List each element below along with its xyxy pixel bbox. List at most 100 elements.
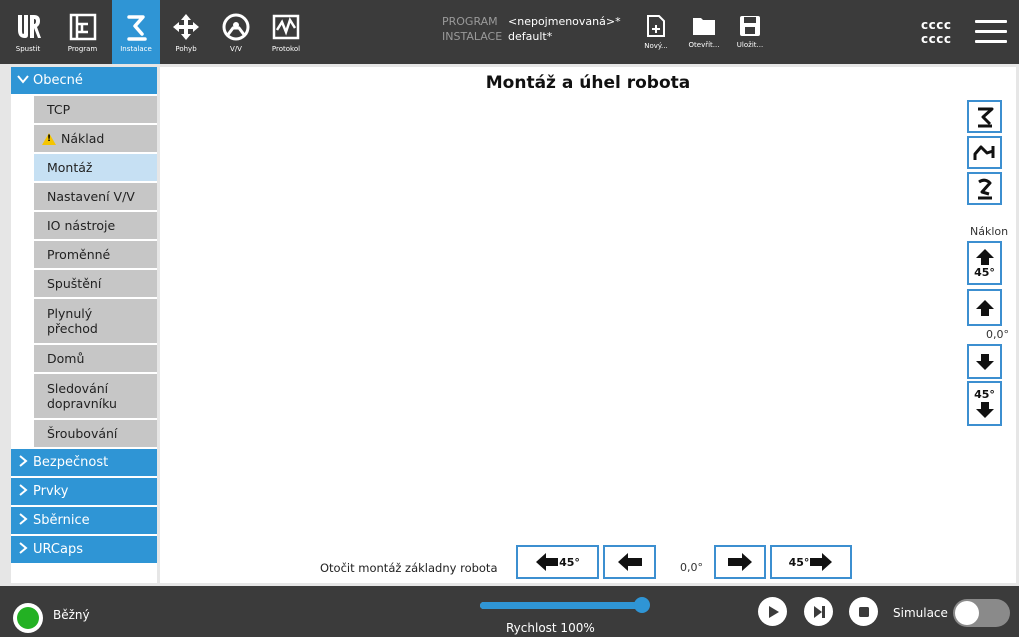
rotate-left-button[interactable]	[603, 545, 656, 579]
sidebar-item-io-setup[interactable]: Nastavení V/V	[34, 183, 157, 210]
robot-top-view-icon	[977, 107, 993, 127]
arrow-down-icon	[975, 353, 994, 370]
program-icon	[69, 13, 96, 40]
play-icon	[768, 605, 779, 618]
tilt-value: 0,0°	[986, 328, 1009, 341]
sidebar-item-tool-io[interactable]: IO nástroje	[34, 212, 157, 239]
rotate-step-label: 45°	[559, 555, 580, 569]
new-button[interactable]: Nový...	[632, 0, 680, 64]
sidebar-item-label: Sledování dopravníku	[47, 381, 117, 411]
open-button[interactable]: Otevřít...	[680, 0, 728, 64]
arrow-down-icon	[975, 402, 994, 418]
chevron-right-icon	[17, 483, 33, 500]
sidebar-group-safety[interactable]: Bezpečnost	[11, 449, 157, 476]
main-panel: Montáž a úhel robota Náklon 45° 0,0° 45°…	[160, 67, 1016, 583]
sidebar-item-payload[interactable]: ! Náklad	[34, 125, 157, 152]
robot-status-text: Běžný	[53, 608, 90, 622]
sidebar-group-general[interactable]: Obecné	[11, 67, 157, 94]
sidebar-item-label: Proměnné	[47, 247, 111, 262]
view-top-button[interactable]	[967, 100, 1002, 133]
sidebar-group-label: Bezpečnost	[33, 455, 109, 470]
sidebar-item-home[interactable]: Domů	[34, 345, 157, 372]
sidebar-item-label: Montáž	[47, 160, 93, 175]
sidebar: Obecné TCP ! Náklad Montáž Nastavení V/V…	[11, 67, 157, 583]
folder-icon	[693, 18, 715, 35]
view-front-button[interactable]	[967, 172, 1002, 205]
sidebar-item-label: Domů	[47, 351, 85, 366]
tab-program[interactable]: Program	[55, 0, 110, 64]
speed-slider-fill	[480, 602, 643, 609]
simulation-toggle[interactable]	[953, 599, 1010, 627]
tilt-down-45-button[interactable]: 45°	[967, 381, 1002, 426]
save-icon	[740, 16, 760, 36]
arrow-right-icon	[810, 553, 833, 571]
sidebar-item-label: Šroubování	[47, 426, 118, 441]
tilt-up-45-button[interactable]: 45°	[967, 241, 1002, 285]
user-line-1: cccc	[921, 18, 952, 32]
program-key: PROGRAM	[442, 15, 498, 28]
rotate-right-45-button[interactable]: 45°	[770, 545, 852, 579]
sidebar-item-tcp[interactable]: TCP	[34, 96, 157, 123]
ur-logo-icon	[18, 14, 41, 38]
sidebar-item-label: Spuštění	[47, 276, 102, 291]
sidebar-item-mounting[interactable]: Montáž	[34, 154, 157, 181]
sidebar-item-smooth-transition[interactable]: Plynulý přechod	[34, 299, 157, 343]
page-title: Montáž a úhel robota	[485, 73, 691, 93]
sidebar-group-urcaps[interactable]: URCaps	[11, 536, 157, 563]
installation-key: INSTALACE	[442, 30, 503, 43]
sidebar-item-variables[interactable]: Proměnné	[34, 241, 157, 268]
robot-front-view-icon	[977, 178, 992, 199]
log-icon	[272, 14, 300, 39]
speed-label: Rychlost 100%	[506, 621, 595, 635]
robot-side-view-icon	[973, 145, 994, 160]
save-button[interactable]: Uložit...	[726, 0, 774, 64]
installation-icon	[127, 14, 147, 41]
tab-installation[interactable]: Instalace	[112, 0, 160, 64]
speed-slider[interactable]	[480, 602, 643, 609]
play-button[interactable]	[758, 597, 787, 626]
tab-move[interactable]: Pohyb	[164, 0, 208, 64]
arrow-up-icon	[975, 299, 994, 316]
rotate-value: 0,0°	[680, 561, 703, 574]
sidebar-group-features[interactable]: Prvky	[11, 478, 157, 505]
tab-run-label: Spustit	[15, 44, 41, 53]
bottom-bar: Běžný Rychlost 100% Simulace	[0, 586, 1019, 637]
io-icon	[222, 13, 250, 40]
tab-log[interactable]: Protokol	[264, 0, 308, 64]
move-icon	[173, 13, 199, 40]
step-icon	[813, 605, 825, 618]
program-name: <nepojmenovaná>*	[508, 15, 621, 28]
sidebar-group-label: Sběrnice	[33, 513, 90, 528]
menu-icon[interactable]	[975, 20, 1007, 44]
step-button[interactable]	[804, 597, 833, 626]
tilt-up-button[interactable]	[967, 289, 1002, 326]
rotate-left-45-button[interactable]: 45°	[516, 545, 599, 579]
stop-button[interactable]	[849, 597, 878, 626]
sidebar-group-label: Prvky	[33, 484, 69, 499]
rotate-step-label: 45°	[788, 555, 810, 569]
sidebar-item-conveyor-tracking[interactable]: Sledování dopravníku	[34, 374, 157, 418]
arrow-left-icon	[536, 553, 559, 571]
view-side-button[interactable]	[967, 136, 1002, 169]
chevron-right-icon	[17, 541, 33, 558]
sidebar-item-label: IO nástroje	[47, 218, 116, 233]
tab-io[interactable]: V/V	[214, 0, 258, 64]
sidebar-item-screwdriving[interactable]: Šroubování	[34, 420, 157, 447]
tilt-label: Náklon	[970, 225, 1009, 238]
tab-program-label: Program	[67, 44, 98, 53]
sidebar-item-label: Plynulý přechod	[47, 306, 98, 336]
sidebar-item-startup[interactable]: Spuštění	[34, 270, 157, 297]
tab-installation-label: Instalace	[120, 44, 152, 53]
tilt-down-button[interactable]	[967, 344, 1002, 379]
sidebar-item-label: TCP	[47, 102, 71, 117]
arrow-right-icon	[728, 553, 752, 571]
sidebar-item-label: Nastavení V/V	[47, 189, 135, 204]
rotate-right-button[interactable]	[714, 545, 766, 579]
stop-icon	[858, 606, 869, 617]
arrow-up-icon	[975, 248, 994, 265]
sidebar-item-label: Náklad	[61, 131, 105, 146]
speed-slider-handle[interactable]	[634, 597, 650, 613]
robot-status-icon[interactable]	[13, 603, 43, 633]
sidebar-group-fieldbus[interactable]: Sběrnice	[11, 507, 157, 534]
user-info: cccc cccc	[921, 18, 951, 46]
